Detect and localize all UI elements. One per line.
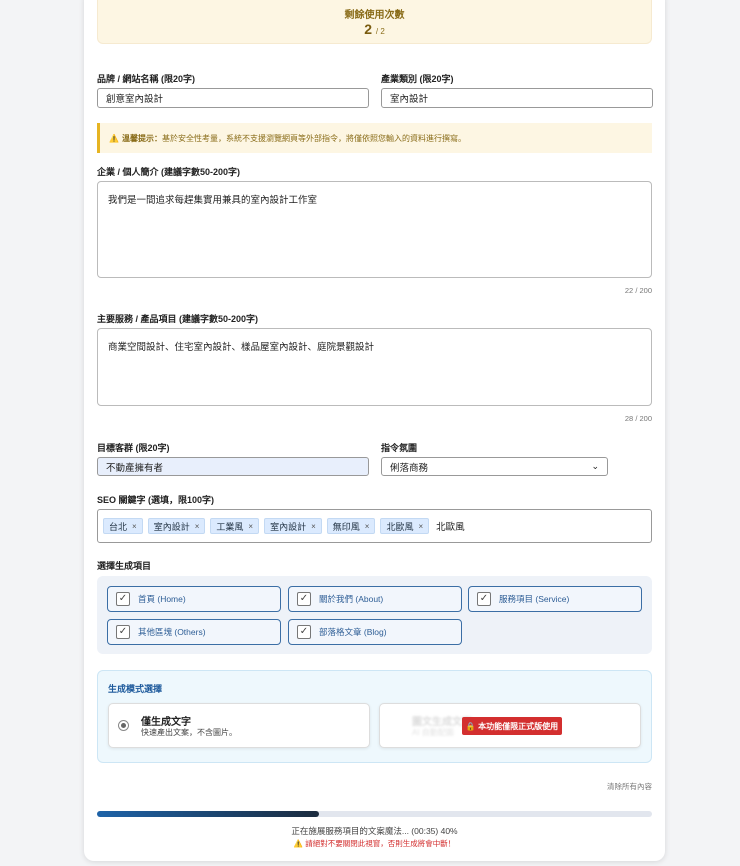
seo-tag: 台北 × — [103, 518, 143, 534]
locked-badge: 🔒 本功能僅限正式版使用 — [462, 717, 562, 735]
progress-warning: ⚠️ 請絕對不要關閉此視窗，否則生成將會中斷！ — [293, 839, 456, 848]
warning-icon: ⚠️ — [109, 133, 119, 143]
remove-tag-icon[interactable]: × — [311, 522, 316, 531]
seo-label: SEO 關鍵字 (選填，限100字) — [97, 495, 215, 505]
services-textarea[interactable]: 商業空間設計、住宅室內設計、樣品屋室內設計、庭院景觀設計 — [97, 328, 652, 406]
check-icon: ✓ — [116, 592, 130, 606]
mode-label: 生成模式選擇 — [108, 684, 163, 694]
seo-tag-input[interactable]: 台北 × 室內設計 × 工業風 × 室內設計 × 無印風 × 北歐風 × 北歐風 — [97, 509, 652, 543]
industry-input[interactable]: 室內設計 — [381, 88, 653, 108]
item-checkbox-blog[interactable]: ✓ 部落格文章 (Blog) — [288, 619, 462, 645]
tone-value: 俐落商務 — [390, 462, 429, 474]
remove-tag-icon[interactable]: × — [195, 522, 200, 531]
seo-tag: 室內設計 × — [264, 518, 322, 534]
industry-label: 產業類別 (限20字) — [381, 74, 454, 84]
progress-bar — [97, 811, 652, 817]
quota-total: / 2 — [375, 27, 385, 36]
radio-selected-icon[interactable] — [118, 720, 129, 731]
item-checkbox-home[interactable]: ✓ 首頁 (Home) — [107, 586, 281, 612]
services-label: 主要服務 / 產品項目 (建議字數50-200字) — [97, 314, 259, 324]
seo-tag: 室內設計 × — [147, 518, 206, 534]
remove-tag-icon[interactable]: × — [248, 522, 253, 531]
notice-text: 基於安全性考量，系統不支援瀏覽網頁等外部指令，將僅依照您輸入的資料進行撰寫。 — [161, 133, 466, 143]
check-icon: ✓ — [297, 592, 311, 606]
services-count: 28 / 200 — [624, 414, 652, 423]
seo-tag: 工業風 × — [210, 518, 260, 534]
seo-tag: 無印風 × — [326, 518, 376, 534]
quota-panel: 剩餘使用次數 2 / 2 — [97, 0, 652, 44]
remove-tag-icon[interactable]: × — [132, 522, 137, 531]
notice-title: 溫馨提示： — [121, 133, 162, 143]
brand-label: 品牌 / 網站名稱 (限20字) — [97, 74, 196, 84]
tone-label: 指令氛圍 — [381, 443, 418, 453]
intro-count: 22 / 200 — [624, 286, 652, 295]
items-label: 選擇生成項目 — [97, 561, 152, 571]
check-icon: ✓ — [297, 625, 311, 639]
notice-banner: ⚠️ 溫馨提示： 基於安全性考量，系統不支援瀏覽網頁等外部指令，將僅依照您輸入的資料… — [97, 123, 652, 153]
chevron-down-icon: ⌄ — [591, 461, 599, 471]
check-icon: ✓ — [477, 592, 491, 606]
seo-tag: 北歐風 × — [380, 518, 430, 534]
mode-image: 圖文生成文案 AI 自動配圖 🔒 本功能僅限正式版使用 — [379, 703, 641, 748]
seo-typing-text[interactable]: 北歐風 — [436, 519, 465, 533]
check-icon: ✓ — [116, 625, 130, 639]
remove-tag-icon[interactable]: × — [418, 522, 423, 531]
audience-input[interactable]: 不動產擁有者 — [97, 457, 369, 476]
quota-remaining: 2 — [364, 21, 372, 37]
brand-input[interactable]: 創意室內設計 — [97, 88, 369, 108]
intro-textarea[interactable]: 我們是一間追求每趕集實用兼具的室內設計工作室 — [97, 181, 652, 278]
progress-status: 正在施展服務項目的文案魔法... (00:35) 40% — [291, 826, 458, 836]
item-checkbox-others[interactable]: ✓ 其他區塊 (Others) — [107, 619, 281, 645]
clear-all-link[interactable]: 清除所有內容 — [552, 781, 652, 792]
mode-text-only[interactable]: 僅生成文字 快速產出文案，不含圖片。 — [108, 703, 370, 748]
mode-image-desc: AI 自動配圖 — [412, 728, 454, 737]
mode-text-title: 僅生成文字 — [141, 717, 191, 728]
remove-tag-icon[interactable]: × — [365, 522, 370, 531]
item-checkbox-service[interactable]: ✓ 服務項目 (Service) — [468, 586, 642, 612]
quota-title: 剩餘使用次數 — [344, 10, 405, 21]
tone-select[interactable]: 俐落商務 ⌄ — [381, 457, 608, 476]
audience-label: 目標客群 (限20字) — [97, 443, 170, 453]
mode-text-desc: 快速產出文案，不含圖片。 — [141, 728, 237, 737]
intro-label: 企業 / 個人簡介 (建議字數50-200字) — [97, 167, 241, 177]
item-checkbox-about[interactable]: ✓ 關於我們 (About) — [288, 586, 462, 612]
progress-fill — [97, 811, 319, 817]
